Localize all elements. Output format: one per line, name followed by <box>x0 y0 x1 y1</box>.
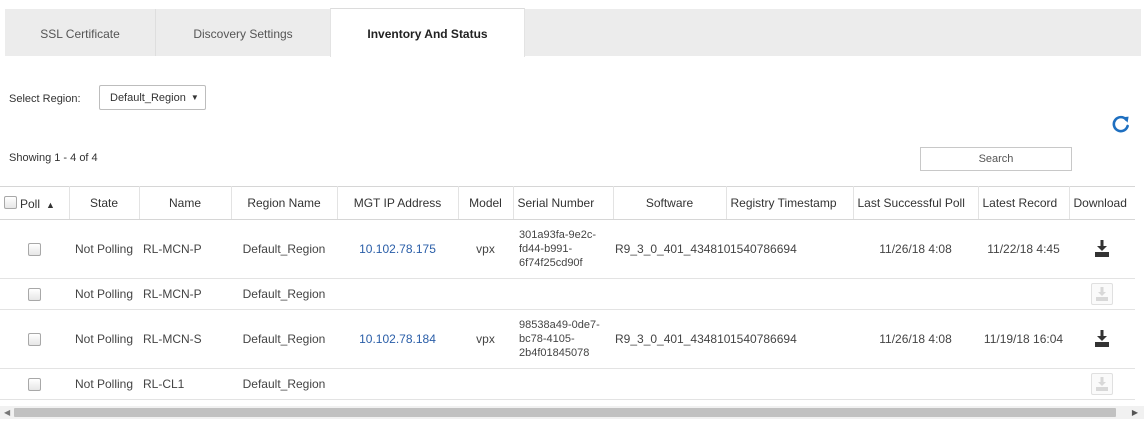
column-header-software[interactable]: Software <box>613 186 727 220</box>
cell-software <box>613 368 726 400</box>
cell-region: Default_Region <box>231 278 337 310</box>
cell-name: RL-MCN-P <box>139 219 231 279</box>
cell-state: Not Polling <box>69 368 139 400</box>
cell-serial: 98538a49-0de7-bc78-4105-2b4f01845078 <box>513 309 613 369</box>
cell-registry <box>726 368 853 400</box>
cell-region: Default_Region <box>231 309 337 369</box>
cell-ip-link[interactable] <box>337 278 458 310</box>
region-dropdown-value: Default_Region <box>110 92 186 104</box>
cell-latest-record: 11/22/18 4:45 <box>978 219 1069 279</box>
cell-state: Not Polling <box>69 219 139 279</box>
column-header-latest-record[interactable]: Latest Record <box>978 186 1070 220</box>
cell-model <box>458 278 513 310</box>
cell-last-poll: 11/26/18 4:08 <box>853 219 978 279</box>
cell-download <box>1069 278 1135 310</box>
cell-model: vpx <box>458 309 513 369</box>
download-icon[interactable] <box>1091 238 1113 260</box>
column-header-last-successful-poll[interactable]: Last Successful Poll <box>853 186 979 220</box>
cell-latest-record <box>978 368 1069 400</box>
cell-latest-record: 11/19/18 16:04 <box>978 309 1069 369</box>
tab-ssl-certificate[interactable]: SSL Certificate <box>5 9 155 56</box>
chevron-up-icon[interactable]: ▲ <box>46 200 55 210</box>
column-header-registry-timestamp[interactable]: Registry Timestamp <box>726 186 854 220</box>
column-header-serial-number[interactable]: Serial Number <box>513 186 614 220</box>
region-dropdown[interactable]: Default_Region ▼ <box>99 85 206 110</box>
cell-model: vpx <box>458 219 513 279</box>
column-header-download[interactable]: Download <box>1069 186 1135 220</box>
cell-registry: 1540786694 <box>726 309 853 369</box>
tab-inventory-and-status[interactable]: Inventory And Status <box>330 8 525 57</box>
cell-name: RL-CL1 <box>139 368 231 400</box>
cell-state: Not Polling <box>69 309 139 369</box>
cell-serial <box>513 278 613 310</box>
cell-serial: 301a93fa-9e2c-fd44-b991-6f74f25cd90f <box>513 219 613 279</box>
cell-latest-record <box>978 278 1069 310</box>
inventory-table: Poll ▲ State Name Region Name MGT IP Addr… <box>0 186 1135 400</box>
select-region-label: Select Region: <box>9 93 81 105</box>
column-header-state[interactable]: State <box>69 186 140 220</box>
cell-ip-link[interactable]: 10.102.78.175 <box>337 219 458 279</box>
table-row[interactable]: Not Polling RL-CL1 Default_Region <box>0 368 1135 400</box>
cell-name: RL-MCN-S <box>139 309 231 369</box>
cell-last-poll <box>853 368 978 400</box>
download-icon[interactable] <box>1091 328 1113 350</box>
column-header-region-name[interactable]: Region Name <box>231 186 338 220</box>
cell-region: Default_Region <box>231 219 337 279</box>
table-header-row: Poll ▲ State Name Region Name MGT IP Addr… <box>0 186 1135 220</box>
table-row[interactable]: Not Polling RL-MCN-P Default_Region <box>0 278 1135 310</box>
caret-down-icon: ▼ <box>190 93 199 102</box>
table-row[interactable]: Not Polling RL-MCN-P Default_Region 10.1… <box>0 219 1135 279</box>
scrollbar-thumb[interactable] <box>14 408 1116 417</box>
cell-software: R9_3_0_401_434810 <box>613 219 730 279</box>
scroll-right-arrow-icon[interactable]: ▶ <box>1132 406 1138 419</box>
row-checkbox[interactable] <box>28 333 41 347</box>
tab-discovery-settings[interactable]: Discovery Settings <box>156 9 330 56</box>
cell-software: R9_3_0_401_434810 <box>613 309 730 369</box>
tab-bar: SSL Certificate Discovery Settings Inven… <box>5 8 1141 57</box>
cell-ip-link[interactable]: 10.102.78.184 <box>337 309 458 369</box>
cell-software <box>613 278 726 310</box>
download-icon-disabled <box>1091 373 1113 395</box>
cell-serial <box>513 368 613 400</box>
table-row[interactable]: Not Polling RL-MCN-S Default_Region 10.1… <box>0 309 1135 369</box>
download-icon-disabled <box>1091 283 1113 305</box>
cell-download <box>1069 368 1135 400</box>
showing-count: Showing 1 - 4 of 4 <box>9 152 98 164</box>
column-header-poll[interactable]: Poll ▲ <box>0 186 70 220</box>
row-checkbox[interactable] <box>28 378 41 392</box>
select-all-checkbox[interactable] <box>4 195 17 209</box>
cell-registry: 1540786694 <box>726 219 853 279</box>
cell-region: Default_Region <box>231 368 337 400</box>
column-header-mgt-ip-address[interactable]: MGT IP Address <box>337 186 459 220</box>
search-input[interactable] <box>920 147 1072 171</box>
cell-registry <box>726 278 853 310</box>
row-checkbox[interactable] <box>28 288 41 302</box>
cell-ip-link[interactable] <box>337 368 458 400</box>
column-header-model[interactable]: Model <box>458 186 514 220</box>
scroll-left-arrow-icon[interactable]: ◀ <box>4 406 10 419</box>
column-header-name[interactable]: Name <box>139 186 232 220</box>
cell-state: Not Polling <box>69 278 139 310</box>
cell-last-poll <box>853 278 978 310</box>
cell-download <box>1069 219 1135 279</box>
cell-model <box>458 368 513 400</box>
cell-name: RL-MCN-P <box>139 278 231 310</box>
cell-last-poll: 11/26/18 4:08 <box>853 309 978 369</box>
horizontal-scrollbar[interactable]: ◀ ▶ <box>0 406 1144 419</box>
refresh-icon[interactable] <box>1111 114 1131 134</box>
row-checkbox[interactable] <box>28 243 41 257</box>
cell-download <box>1069 309 1135 369</box>
